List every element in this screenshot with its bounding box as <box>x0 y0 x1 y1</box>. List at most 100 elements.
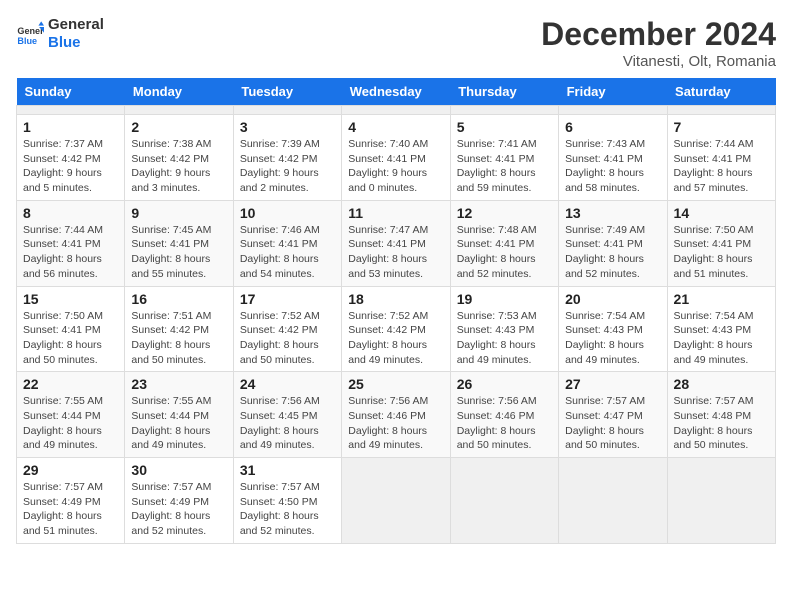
calendar-cell: 9Sunrise: 7:45 AMSunset: 4:41 PMDaylight… <box>125 200 233 286</box>
day-number: 18 <box>348 291 443 307</box>
day-number: 13 <box>565 205 660 221</box>
location-subtitle: Vitanesti, Olt, Romania <box>541 53 776 70</box>
logo-general-text: General <box>48 16 104 34</box>
column-header-wednesday: Wednesday <box>342 78 450 106</box>
calendar-cell: 10 Sunrise: 7:46 AMSunset: 4:41 PMDayligh… <box>233 200 341 286</box>
calendar-cell <box>559 458 667 544</box>
day-number: 16 <box>131 291 226 307</box>
logo: General Blue General Blue <box>16 16 104 52</box>
calendar-week-row: 15 Sunrise: 7:50 AMSunset: 4:41 PMDayligh… <box>17 286 776 372</box>
calendar-cell <box>559 106 667 115</box>
calendar-cell: 15 Sunrise: 7:50 AMSunset: 4:41 PMDayligh… <box>17 286 125 372</box>
calendar-week-row: 22Sunrise: 7:55 AMSunset: 4:44 PMDayligh… <box>17 372 776 458</box>
day-info: Sunrise: 7:44 AMSunset: 4:41 PMDaylight:… <box>23 223 118 282</box>
svg-text:Blue: Blue <box>17 36 37 46</box>
day-info: Sunrise: 7:37 AMSunset: 4:42 PMDaylight:… <box>23 137 118 196</box>
day-info: Sunrise: 7:56 AMSunset: 4:45 PMDaylight:… <box>240 394 335 453</box>
day-info: Sunrise: 7:46 AMSunset: 4:41 PMDaylight:… <box>240 223 335 282</box>
day-info: Sunrise: 7:57 AMSunset: 4:49 PMDaylight:… <box>131 480 226 539</box>
day-number: 30 <box>131 462 226 478</box>
column-header-friday: Friday <box>559 78 667 106</box>
calendar-cell: 7Sunrise: 7:44 AMSunset: 4:41 PMDaylight… <box>667 115 775 201</box>
day-number: 10 <box>240 205 335 221</box>
day-number: 1 <box>23 119 118 135</box>
day-number: 4 <box>348 119 443 135</box>
calendar-cell <box>450 458 558 544</box>
calendar-cell: 24 Sunrise: 7:56 AMSunset: 4:45 PMDayligh… <box>233 372 341 458</box>
calendar-week-row <box>17 106 776 115</box>
calendar-cell: 27 Sunrise: 7:57 AMSunset: 4:47 PMDayligh… <box>559 372 667 458</box>
day-number: 31 <box>240 462 335 478</box>
day-number: 2 <box>131 119 226 135</box>
calendar-cell <box>233 106 341 115</box>
day-number: 12 <box>457 205 552 221</box>
calendar-cell <box>342 458 450 544</box>
title-block: December 2024 Vitanesti, Olt, Romania <box>541 16 776 70</box>
logo-blue-text: Blue <box>48 34 104 52</box>
calendar-cell <box>17 106 125 115</box>
day-info: Sunrise: 7:52 AMSunset: 4:42 PMDaylight:… <box>240 309 335 368</box>
calendar-cell: 16 Sunrise: 7:51 AMSunset: 4:42 PMDayligh… <box>125 286 233 372</box>
day-number: 14 <box>674 205 769 221</box>
day-number: 6 <box>565 119 660 135</box>
day-info: Sunrise: 7:54 AMSunset: 4:43 PMDaylight:… <box>674 309 769 368</box>
day-number: 8 <box>23 205 118 221</box>
day-number: 26 <box>457 376 552 392</box>
day-info: Sunrise: 7:38 AMSunset: 4:42 PMDaylight:… <box>131 137 226 196</box>
column-header-sunday: Sunday <box>17 78 125 106</box>
day-number: 20 <box>565 291 660 307</box>
day-info: Sunrise: 7:57 AMSunset: 4:48 PMDaylight:… <box>674 394 769 453</box>
calendar-week-row: 29 Sunrise: 7:57 AMSunset: 4:49 PMDayligh… <box>17 458 776 544</box>
day-number: 29 <box>23 462 118 478</box>
day-info: Sunrise: 7:49 AMSunset: 4:41 PMDaylight:… <box>565 223 660 282</box>
day-info: Sunrise: 7:54 AMSunset: 4:43 PMDaylight:… <box>565 309 660 368</box>
calendar-cell: 26 Sunrise: 7:56 AMSunset: 4:46 PMDayligh… <box>450 372 558 458</box>
page-header: General Blue General Blue December 2024 … <box>16 16 776 70</box>
day-number: 5 <box>457 119 552 135</box>
calendar-week-row: 8 Sunrise: 7:44 AMSunset: 4:41 PMDaylight… <box>17 200 776 286</box>
day-info: Sunrise: 7:50 AMSunset: 4:41 PMDaylight:… <box>23 309 118 368</box>
day-number: 23 <box>131 376 226 392</box>
calendar-cell: 17 Sunrise: 7:52 AMSunset: 4:42 PMDayligh… <box>233 286 341 372</box>
calendar-cell: 14Sunrise: 7:50 AMSunset: 4:41 PMDayligh… <box>667 200 775 286</box>
calendar-cell <box>667 106 775 115</box>
calendar-cell: 1 Sunrise: 7:37 AMSunset: 4:42 PMDaylight… <box>17 115 125 201</box>
column-header-monday: Monday <box>125 78 233 106</box>
column-header-tuesday: Tuesday <box>233 78 341 106</box>
day-number: 11 <box>348 205 443 221</box>
day-number: 24 <box>240 376 335 392</box>
calendar-table: SundayMondayTuesdayWednesdayThursdayFrid… <box>16 78 776 544</box>
column-header-thursday: Thursday <box>450 78 558 106</box>
calendar-cell: 20 Sunrise: 7:54 AMSunset: 4:43 PMDayligh… <box>559 286 667 372</box>
day-info: Sunrise: 7:57 AMSunset: 4:47 PMDaylight:… <box>565 394 660 453</box>
calendar-cell: 28Sunrise: 7:57 AMSunset: 4:48 PMDayligh… <box>667 372 775 458</box>
calendar-week-row: 1 Sunrise: 7:37 AMSunset: 4:42 PMDaylight… <box>17 115 776 201</box>
calendar-cell: 6 Sunrise: 7:43 AMSunset: 4:41 PMDaylight… <box>559 115 667 201</box>
calendar-cell: 4Sunrise: 7:40 AMSunset: 4:41 PMDaylight… <box>342 115 450 201</box>
calendar-cell: 23 Sunrise: 7:55 AMSunset: 4:44 PMDayligh… <box>125 372 233 458</box>
day-number: 9 <box>131 205 226 221</box>
calendar-cell <box>450 106 558 115</box>
calendar-cell: 8 Sunrise: 7:44 AMSunset: 4:41 PMDaylight… <box>17 200 125 286</box>
calendar-cell: 22Sunrise: 7:55 AMSunset: 4:44 PMDayligh… <box>17 372 125 458</box>
calendar-cell: 5Sunrise: 7:41 AMSunset: 4:41 PMDaylight… <box>450 115 558 201</box>
day-info: Sunrise: 7:55 AMSunset: 4:44 PMDaylight:… <box>131 394 226 453</box>
calendar-cell <box>125 106 233 115</box>
calendar-cell <box>342 106 450 115</box>
day-info: Sunrise: 7:56 AMSunset: 4:46 PMDaylight:… <box>457 394 552 453</box>
day-number: 25 <box>348 376 443 392</box>
day-info: Sunrise: 7:39 AMSunset: 4:42 PMDaylight:… <box>240 137 335 196</box>
calendar-cell: 25Sunrise: 7:56 AMSunset: 4:46 PMDayligh… <box>342 372 450 458</box>
day-number: 3 <box>240 119 335 135</box>
day-number: 27 <box>565 376 660 392</box>
day-info: Sunrise: 7:43 AMSunset: 4:41 PMDaylight:… <box>565 137 660 196</box>
day-number: 15 <box>23 291 118 307</box>
calendar-cell: 13 Sunrise: 7:49 AMSunset: 4:41 PMDayligh… <box>559 200 667 286</box>
day-info: Sunrise: 7:47 AMSunset: 4:41 PMDaylight:… <box>348 223 443 282</box>
day-info: Sunrise: 7:51 AMSunset: 4:42 PMDaylight:… <box>131 309 226 368</box>
day-info: Sunrise: 7:55 AMSunset: 4:44 PMDaylight:… <box>23 394 118 453</box>
calendar-cell: 3 Sunrise: 7:39 AMSunset: 4:42 PMDaylight… <box>233 115 341 201</box>
day-info: Sunrise: 7:57 AMSunset: 4:49 PMDaylight:… <box>23 480 118 539</box>
calendar-cell: 21Sunrise: 7:54 AMSunset: 4:43 PMDayligh… <box>667 286 775 372</box>
day-number: 17 <box>240 291 335 307</box>
